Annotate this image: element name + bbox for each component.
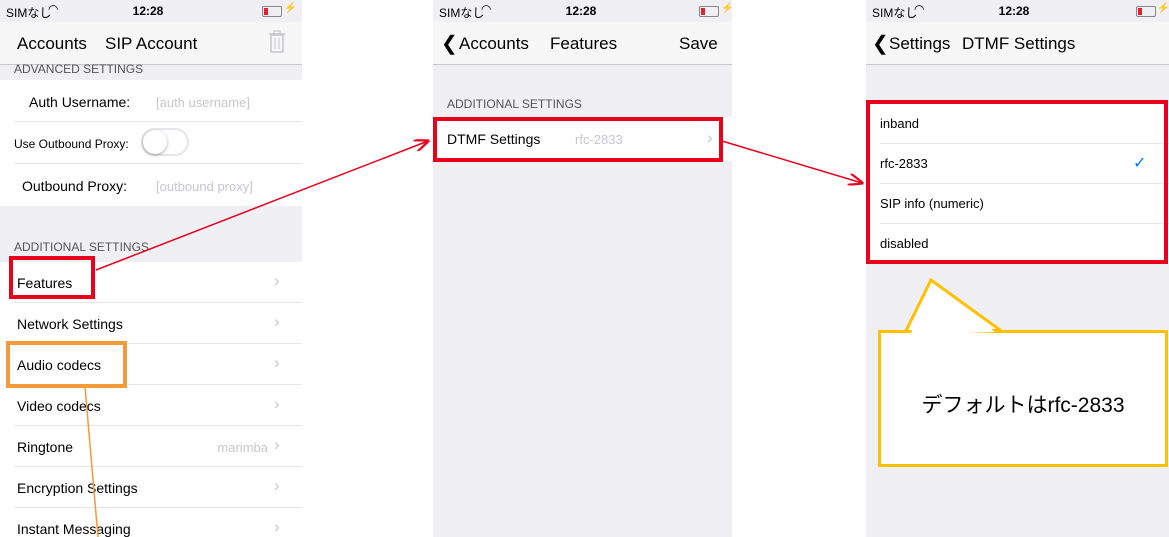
page-title: SIP Account: [105, 34, 198, 53]
highlight-features: [9, 256, 95, 299]
chevron-right-icon: ›: [274, 312, 280, 331]
wifi-icon: ◠: [48, 2, 59, 16]
additional-settings-header: ADDITIONAL SETTINGS: [14, 240, 149, 254]
back-button[interactable]: Settings: [889, 34, 950, 54]
list-item-label: Ringtone: [17, 439, 74, 455]
outbound-proxy-label: Outbound Proxy:: [22, 178, 128, 194]
save-button[interactable]: Save: [679, 34, 718, 54]
list-item[interactable]: Encryption Settings ›: [0, 467, 302, 508]
status-bar: SIMなし ◠ 12:28 ⚡: [433, 0, 732, 22]
page-title: DTMF Settings: [962, 34, 1076, 53]
chevron-right-icon: ›: [274, 476, 280, 495]
default-callout: デフォルトはrfc-2833: [878, 330, 1168, 467]
charging-icon: ⚡: [1157, 3, 1169, 14]
use-outbound-proxy-label: Use Outbound Proxy:: [14, 137, 129, 151]
carrier-label: SIMなし: [439, 6, 485, 20]
status-bar: SIMなし ◠ 12:28 ⚡: [866, 0, 1169, 22]
status-time: 12:28: [998, 4, 1030, 18]
screen-features: SIMなし ◠ 12:28 ⚡ ❮ Accounts Features Save…: [433, 0, 732, 537]
callout-text: デフォルトはrfc-2833: [921, 394, 1125, 417]
list-item[interactable]: Instant Messaging ›: [0, 508, 302, 537]
chevron-right-icon: ›: [274, 353, 280, 372]
carrier-label: SIMなし: [872, 6, 918, 20]
outbound-proxy-input[interactable]: [outbound proxy]: [156, 179, 253, 194]
list-item-label: Video codecs: [17, 398, 101, 414]
page-title: Features: [550, 34, 618, 53]
advanced-settings-header: ADVANCED SETTINGS: [14, 62, 144, 76]
trash-icon[interactable]: [268, 30, 286, 59]
list-item-label: Network Settings: [17, 316, 123, 332]
chevron-right-icon: ›: [274, 435, 280, 454]
list-item[interactable]: Network Settings ›: [0, 303, 302, 344]
chevron-right-icon: ›: [274, 271, 280, 290]
carrier-label: SIMなし: [6, 6, 52, 20]
auth-username-row: Auth Username: [auth username]: [0, 80, 302, 122]
battery-icon: [699, 6, 719, 17]
back-chevron-icon[interactable]: ❮: [441, 31, 458, 56]
list-item-label: Instant Messaging: [17, 521, 131, 537]
status-time: 12:28: [565, 4, 597, 18]
wifi-icon: ◠: [914, 2, 925, 16]
list-item-detail: marimba: [217, 440, 268, 455]
status-bar: SIMなし ◠ 12:28 ⚡: [0, 0, 302, 22]
back-button[interactable]: Accounts: [459, 34, 529, 54]
nav-bar: ❮ Accounts Features Save: [433, 22, 732, 65]
status-time: 12:28: [132, 4, 164, 18]
arrow-dtmf-to-options: [721, 140, 862, 183]
outbound-proxy-row: Outbound Proxy: [outbound proxy]: [0, 164, 302, 206]
highlight-dtmf-options: [866, 100, 1168, 264]
additional-settings-header: ADDITIONAL SETTINGS: [447, 97, 582, 111]
back-button[interactable]: Accounts: [17, 34, 87, 54]
charging-icon: ⚡: [284, 3, 297, 14]
nav-bar: Accounts SIP Account: [0, 22, 302, 65]
charging-icon: ⚡: [721, 3, 732, 14]
list-item-label: Encryption Settings: [17, 480, 138, 496]
list-item[interactable]: Ringtone marimba ›: [0, 426, 302, 467]
list-item[interactable]: Video codecs ›: [0, 385, 302, 426]
chevron-right-icon: ›: [274, 517, 280, 536]
back-chevron-icon[interactable]: ❮: [872, 31, 889, 56]
switch-knob: [143, 130, 167, 154]
wifi-icon: ◠: [481, 2, 492, 16]
auth-username-label: Auth Username:: [29, 94, 131, 110]
battery-icon: [262, 6, 282, 17]
battery-icon: [1136, 6, 1156, 17]
outbound-proxy-switch[interactable]: [141, 128, 189, 156]
auth-username-input[interactable]: [auth username]: [156, 95, 250, 110]
highlight-audio-codecs: [6, 341, 127, 388]
chevron-right-icon: ›: [274, 394, 280, 413]
outbound-proxy-toggle-row: Use Outbound Proxy:: [0, 122, 302, 164]
highlight-dtmf-settings: [433, 117, 723, 162]
nav-bar: ❮ Settings DTMF Settings: [866, 22, 1169, 65]
